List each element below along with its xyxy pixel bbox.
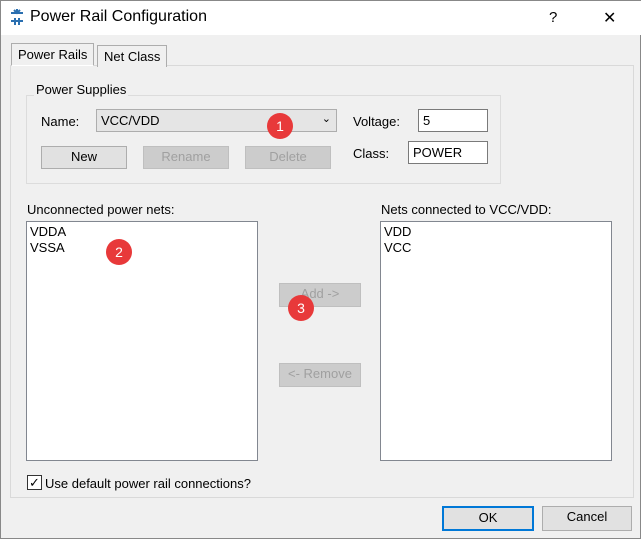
- connected-label: Nets connected to VCC/VDD:: [381, 202, 552, 217]
- name-combobox[interactable]: VCC/VDD ⌄: [96, 109, 337, 132]
- default-connections-checkbox[interactable]: ✓: [27, 475, 42, 490]
- unconnected-list[interactable]: VDDA VSSA: [26, 221, 258, 461]
- chevron-down-icon: ⌄: [321, 113, 331, 125]
- ok-button[interactable]: OK: [442, 506, 534, 531]
- annotation-badge-3: 3: [288, 295, 314, 321]
- remove-button[interactable]: <- Remove: [279, 363, 361, 387]
- connected-list[interactable]: VDD VCC: [380, 221, 612, 461]
- rename-button[interactable]: Rename: [143, 146, 229, 169]
- power-rail-icon: [11, 9, 23, 25]
- power-supplies-label: Power Supplies: [34, 82, 129, 97]
- list-item[interactable]: VCC: [384, 240, 608, 256]
- help-button[interactable]: ?: [549, 9, 557, 26]
- voltage-input[interactable]: 5: [418, 109, 488, 132]
- cancel-button[interactable]: Cancel: [542, 506, 632, 531]
- annotation-badge-1: 1: [267, 113, 293, 139]
- class-label: Class:: [353, 146, 390, 161]
- name-value: VCC/VDD: [101, 113, 160, 128]
- close-button[interactable]: ✕: [603, 8, 616, 28]
- list-item[interactable]: VSSA: [30, 240, 254, 256]
- default-connections-label: Use default power rail connections?: [45, 476, 251, 491]
- class-input[interactable]: POWER: [408, 141, 488, 164]
- tab-power-rails[interactable]: Power Rails: [11, 43, 95, 66]
- title-bar: Power Rail Configuration ? ✕: [1, 1, 641, 35]
- delete-button[interactable]: Delete: [245, 146, 331, 169]
- window-title: Power Rail Configuration: [30, 8, 207, 25]
- name-label: Name:: [41, 114, 80, 129]
- tab-net-class[interactable]: Net Class: [97, 45, 168, 67]
- voltage-label: Voltage:: [353, 114, 400, 129]
- annotation-badge-2: 2: [106, 239, 132, 265]
- new-button[interactable]: New: [41, 146, 127, 169]
- list-item[interactable]: VDD: [384, 224, 608, 240]
- list-item[interactable]: VDDA: [30, 224, 254, 240]
- unconnected-label: Unconnected power nets:: [27, 202, 175, 217]
